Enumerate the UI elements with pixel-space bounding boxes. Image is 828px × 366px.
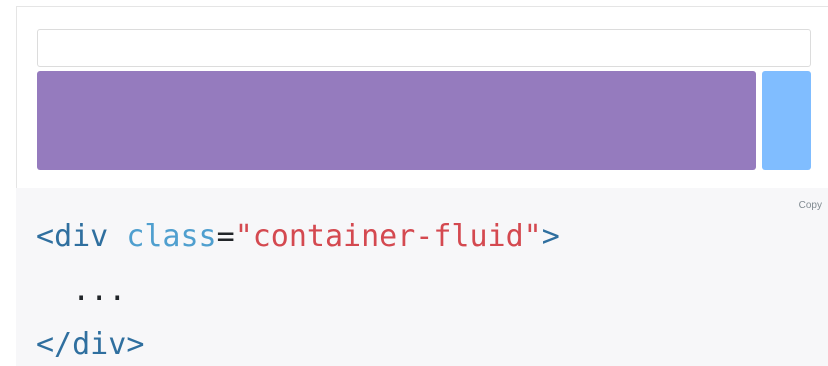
attr-equals: = xyxy=(216,219,235,254)
tag-open-bracket: < xyxy=(36,219,55,254)
attr-value: "container-fluid" xyxy=(234,219,542,254)
code-line-2: ... xyxy=(36,273,127,308)
example-panel xyxy=(16,6,828,188)
closing-tag-name: div xyxy=(72,327,127,362)
code-block: <div class="container-fluid"> ... </div> xyxy=(36,210,560,366)
code-line-3: </div> xyxy=(36,327,144,362)
attr-name: class xyxy=(126,219,217,254)
container-fluid-demo xyxy=(37,29,811,67)
demo-block-purple xyxy=(37,71,756,170)
demo-block-blue xyxy=(762,71,811,170)
code-snippet: Copy <div class="container-fluid"> ... <… xyxy=(16,188,828,366)
closing-tag-close-bracket: > xyxy=(126,327,145,362)
tag-name: div xyxy=(54,219,109,254)
docs-page: Copy <div class="container-fluid"> ... <… xyxy=(0,0,828,366)
copy-button[interactable]: Copy xyxy=(799,200,822,211)
code-line-1: <div class="container-fluid"> xyxy=(36,219,560,254)
closing-tag-open-bracket: </ xyxy=(36,327,73,362)
tag-close-bracket: > xyxy=(541,219,560,254)
